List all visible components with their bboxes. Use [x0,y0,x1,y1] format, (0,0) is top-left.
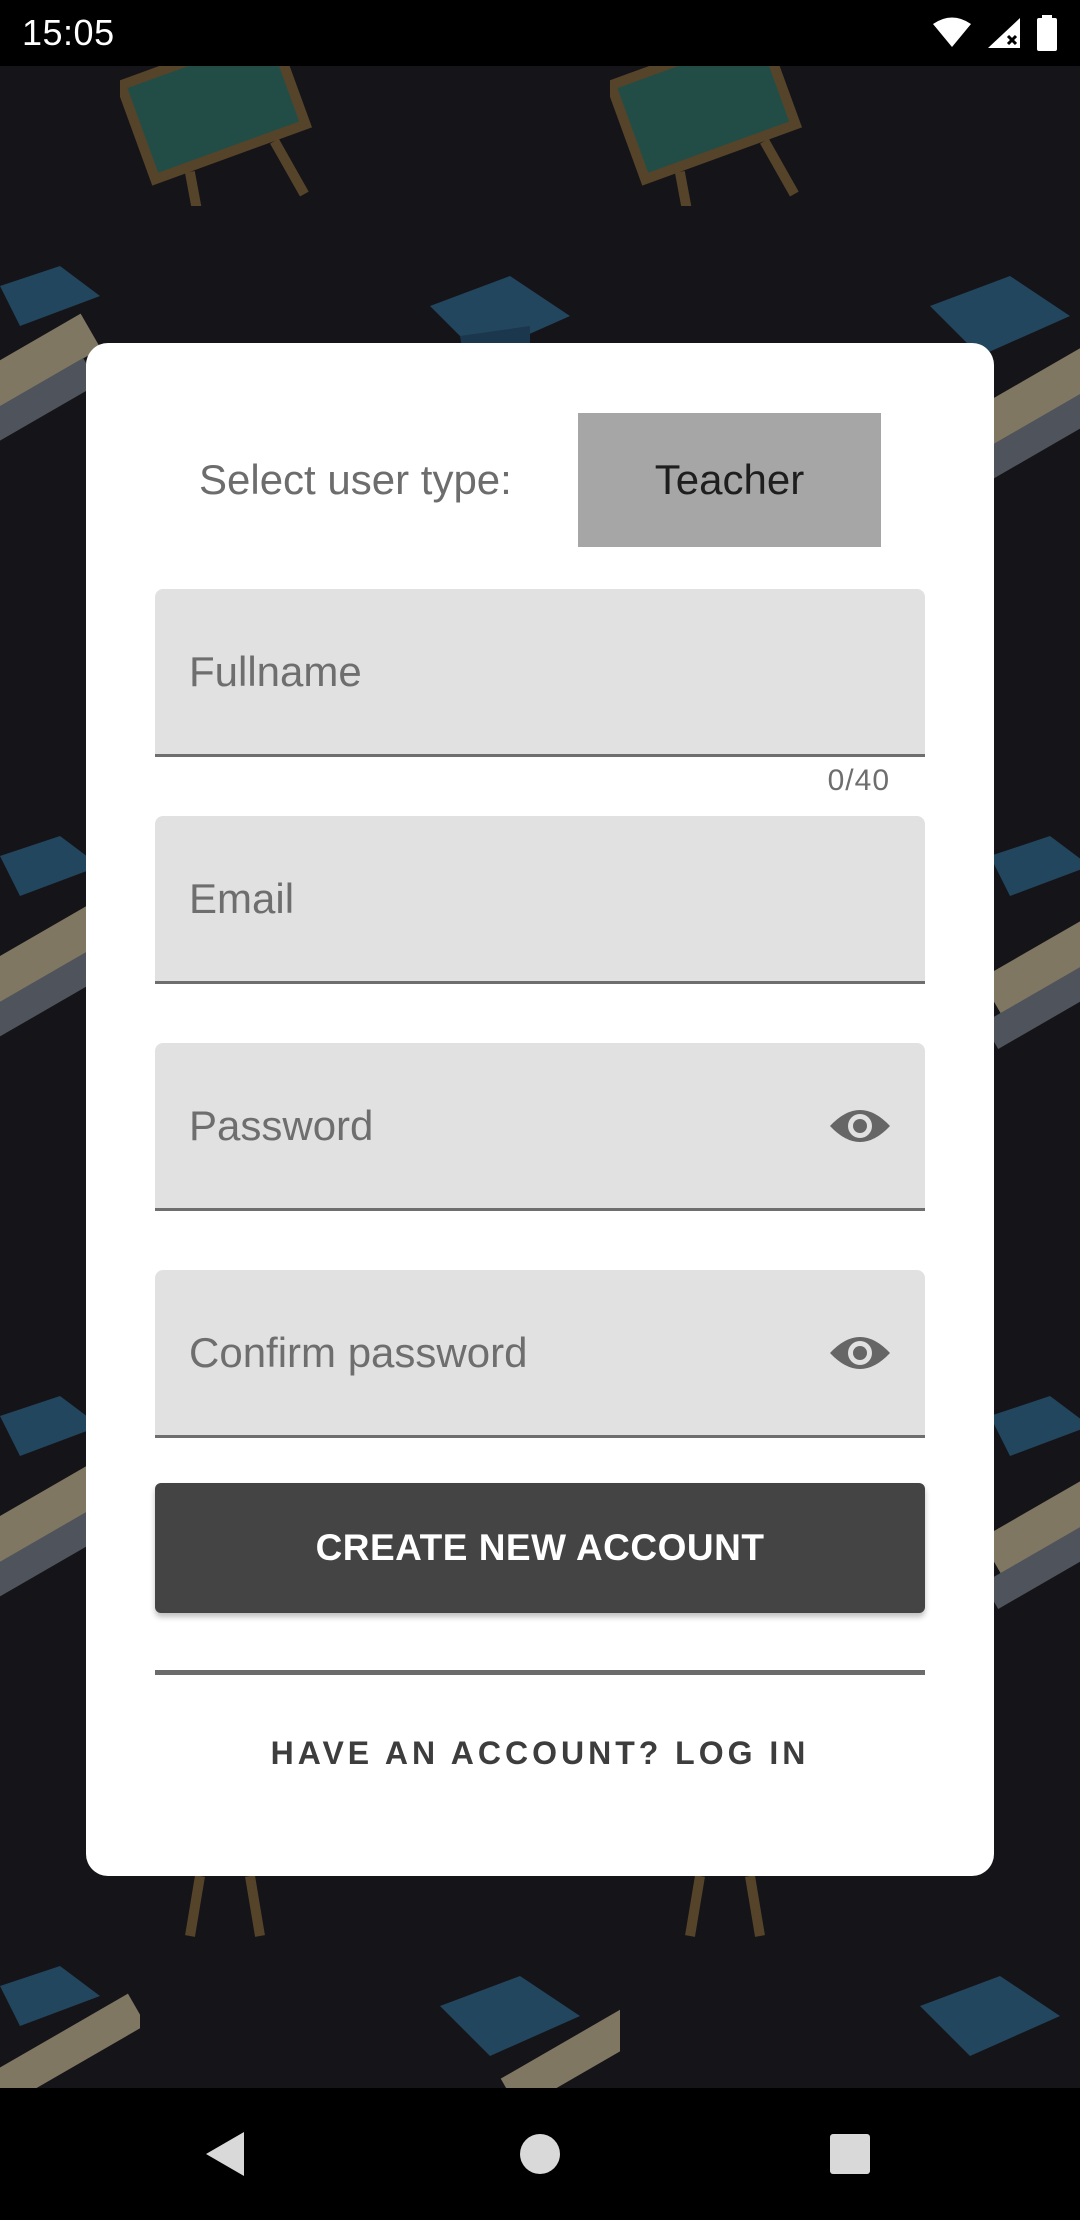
email-input[interactable] [155,816,925,981]
navigation-bar [0,2088,1080,2220]
eye-icon [830,1109,890,1142]
graduation-cap-icon [440,1976,620,2088]
wifi-icon [932,17,972,49]
cellular-signal-icon [986,16,1022,50]
graduation-cap-icon [0,1966,140,2088]
password-input[interactable] [155,1043,925,1208]
user-type-label: Select user type: [199,456,512,503]
books-icon [980,836,1080,1049]
fullname-char-counter: 0/40 [827,764,890,797]
password-visibility-toggle[interactable] [828,1104,892,1148]
status-icons [932,15,1058,51]
confirm-password-visibility-toggle[interactable] [828,1331,892,1375]
chalkboard-icon [120,66,313,206]
divider [155,1670,925,1675]
email-field [155,816,925,984]
fullname-input[interactable] [155,589,925,754]
fullname-field [155,589,925,757]
books-icon [980,1396,1080,1609]
graduation-cap-icon [920,1976,1060,2056]
battery-icon [1036,15,1058,51]
chalkboard-legs-icon [185,1876,265,1937]
chalkboard-legs-icon [685,1876,765,1937]
home-icon[interactable] [519,2133,561,2175]
chalkboard-icon [610,66,803,206]
register-card: Select user type: Teacher 0/40 CREATE [86,343,994,1876]
eye-icon [830,1336,890,1369]
status-bar: 15:05 [0,0,1080,66]
confirm-password-input[interactable] [155,1270,925,1435]
recents-icon[interactable] [829,2133,871,2175]
password-field [155,1043,925,1211]
user-type-row: Select user type: Teacher [86,413,994,547]
user-type-selector[interactable]: Teacher [578,413,881,547]
status-time: 15:05 [22,12,115,53]
login-link[interactable]: HAVE AN ACCOUNT? LOG IN [155,1713,925,1793]
back-icon[interactable] [204,2130,248,2178]
create-account-button[interactable]: CREATE NEW ACCOUNT [155,1483,925,1613]
confirm-password-field [155,1270,925,1438]
